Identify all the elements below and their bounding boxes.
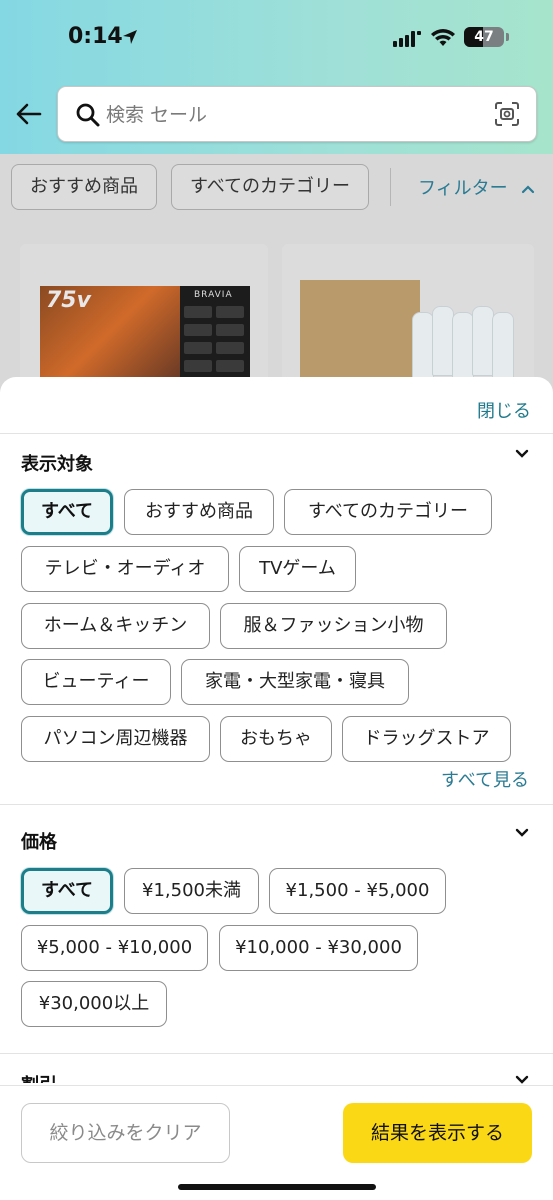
display-chip-all[interactable]: すべて <box>21 489 113 535</box>
cellular-signal-icon <box>393 31 421 47</box>
divider <box>0 1053 553 1054</box>
close-button[interactable]: 閉じる <box>477 397 531 423</box>
display-chip-drugstore[interactable]: ドラッグストア <box>342 716 511 762</box>
price-section-title: 価格 <box>21 832 57 853</box>
discount-section-title: 割引 <box>21 1071 101 1083</box>
display-chip-recommended[interactable]: おすすめ商品 <box>124 489 274 535</box>
top-chip-recommended[interactable]: おすすめ商品 <box>11 164 157 210</box>
location-arrow-icon <box>123 30 137 44</box>
display-chip-tv-audio[interactable]: テレビ・オーディオ <box>21 546 229 592</box>
search-input[interactable] <box>106 95 486 135</box>
see-all-link[interactable]: すべて見る <box>441 766 529 792</box>
top-chip-bar: おすすめ商品 すべてのカテゴリー フィルター <box>0 154 553 220</box>
header: 0:14 47 <box>0 0 553 154</box>
camera-scan-icon[interactable] <box>494 101 520 127</box>
price-chip-5000-10000[interactable]: ¥5,000 - ¥10,000 <box>21 925 208 971</box>
clear-filters-button[interactable]: 絞り込みをクリア <box>21 1103 230 1163</box>
search-box[interactable] <box>57 86 537 142</box>
show-results-button[interactable]: 結果を表示する <box>343 1103 532 1163</box>
divider <box>0 433 553 434</box>
chevron-down-icon[interactable] <box>515 828 529 838</box>
battery-indicator: 47 <box>464 27 504 47</box>
filter-sheet: 閉じる 表示対象 すべて おすすめ商品 すべてのカテゴリー テレビ・オーディオ … <box>0 377 553 1200</box>
chevron-down-icon[interactable] <box>515 449 529 459</box>
display-chip-fashion[interactable]: 服＆ファッション小物 <box>220 603 447 649</box>
battery-nub <box>506 33 509 41</box>
chip-divider <box>390 168 391 206</box>
chevron-up-icon <box>522 185 535 194</box>
display-chip-home-kitchen[interactable]: ホーム＆キッチン <box>21 603 210 649</box>
battery-level: 47 <box>474 29 494 45</box>
divider <box>0 804 553 805</box>
price-chip-10000-30000[interactable]: ¥10,000 - ¥30,000 <box>219 925 418 971</box>
home-indicator <box>178 1184 376 1190</box>
sheet-footer: 絞り込みをクリア 結果を表示する <box>0 1085 553 1200</box>
price-chip-over-30000[interactable]: ¥30,000以上 <box>21 981 167 1027</box>
tv-product-image: 75v BRAVIA <box>40 286 250 378</box>
display-chip-toys[interactable]: おもちゃ <box>220 716 332 762</box>
back-arrow-icon[interactable] <box>14 100 42 128</box>
top-chip-all-categories[interactable]: すべてのカテゴリー <box>171 164 370 210</box>
water-product-image <box>300 280 515 382</box>
chevron-down-icon[interactable] <box>515 1075 529 1085</box>
price-chip-under-1500[interactable]: ¥1,500未満 <box>124 868 259 914</box>
display-chip-tv-games[interactable]: TVゲーム <box>239 546 356 592</box>
status-time: 0:14 <box>68 24 123 49</box>
display-chip-all-categories[interactable]: すべてのカテゴリー <box>284 489 492 535</box>
display-chip-pc-peripherals[interactable]: パソコン周辺機器 <box>21 716 210 762</box>
filter-toggle[interactable]: フィルター <box>418 174 535 200</box>
price-chip-all[interactable]: すべて <box>21 868 113 914</box>
display-chip-beauty[interactable]: ビューティー <box>21 659 171 705</box>
tv-brand-label: BRAVIA <box>194 290 233 300</box>
price-chip-1500-5000[interactable]: ¥1,500 - ¥5,000 <box>269 868 446 914</box>
display-section-title: 表示対象 <box>21 454 93 475</box>
wifi-icon <box>431 29 455 46</box>
search-icon <box>76 103 100 127</box>
display-chip-appliances[interactable]: 家電・大型家電・寝具 <box>181 659 409 705</box>
tv-size-label: 75v <box>46 288 91 313</box>
filter-label: フィルター <box>418 178 508 199</box>
